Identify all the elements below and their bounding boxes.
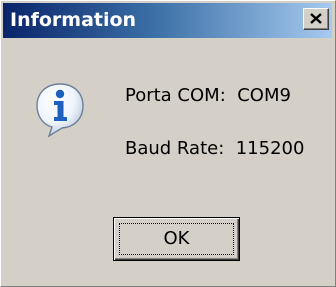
title-bar[interactable]: Information <box>3 3 332 38</box>
information-dialog: Information Porta COM: COM9 Baud Rate: 1… <box>0 0 336 287</box>
close-icon <box>310 13 322 24</box>
close-button[interactable] <box>303 8 329 30</box>
ok-button[interactable]: OK <box>113 217 240 261</box>
com-port-text: Porta COM: COM9 <box>125 85 291 106</box>
ok-button-label: OK <box>163 228 190 249</box>
baud-rate-text: Baud Rate: 115200 <box>125 138 305 159</box>
dialog-title: Information <box>10 9 137 31</box>
info-icon <box>36 83 84 138</box>
